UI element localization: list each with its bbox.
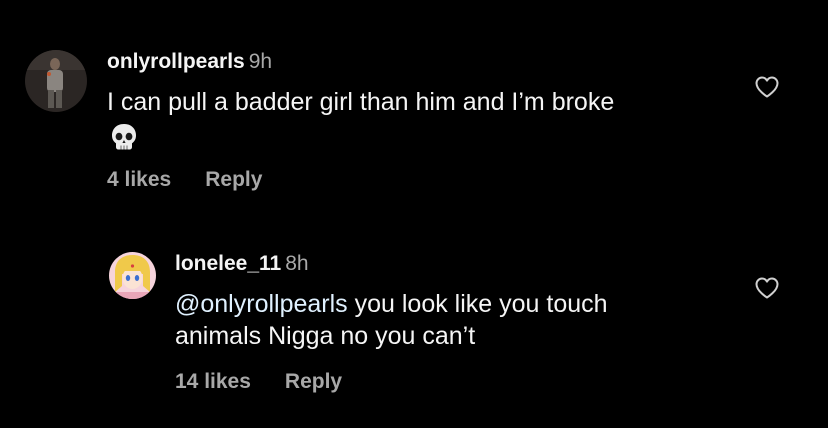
comment-onlyrollpearls: onlyrollpearls 9h I can pull a badder gir… xyxy=(0,0,828,210)
mention-link[interactable]: @onlyrollpearls xyxy=(175,290,348,318)
comment-actions: 14 likes Reply xyxy=(175,370,342,394)
username[interactable]: onlyrollpearls xyxy=(107,50,245,73)
comment-text-line-1: @onlyrollpearls you look like you touch xyxy=(175,288,735,320)
comment-text: I can pull a badder girl than him and I’… xyxy=(107,88,615,116)
like-heart-icon[interactable] xyxy=(754,276,780,300)
reply-button[interactable]: Reply xyxy=(285,370,342,393)
like-heart-icon[interactable] xyxy=(754,75,780,99)
comment-text-line-2: animals Nigga no you can’t xyxy=(175,322,476,350)
timestamp: 9h xyxy=(248,50,273,73)
reply-comment-lonelee: lonelee_11 8h @onlyrollpearls you look li… xyxy=(0,210,828,428)
username[interactable]: lonelee_11 xyxy=(175,252,281,275)
comment-actions: 4 likes Reply xyxy=(107,168,262,192)
comment-header: onlyrollpearls 9h xyxy=(107,50,272,74)
comment-text-part: you look like you touch xyxy=(347,290,608,318)
avatar[interactable] xyxy=(25,50,87,112)
comment-header: lonelee_11 8h xyxy=(175,252,309,276)
timestamp: 8h xyxy=(285,252,309,275)
avatar[interactable] xyxy=(109,252,156,299)
skull-icon xyxy=(112,124,136,150)
likes-count[interactable]: 14 likes xyxy=(175,370,251,393)
reply-button[interactable]: Reply xyxy=(205,168,262,191)
likes-count[interactable]: 4 likes xyxy=(107,168,171,191)
comment-text: @onlyrollpearls you look like you touch … xyxy=(175,288,735,352)
